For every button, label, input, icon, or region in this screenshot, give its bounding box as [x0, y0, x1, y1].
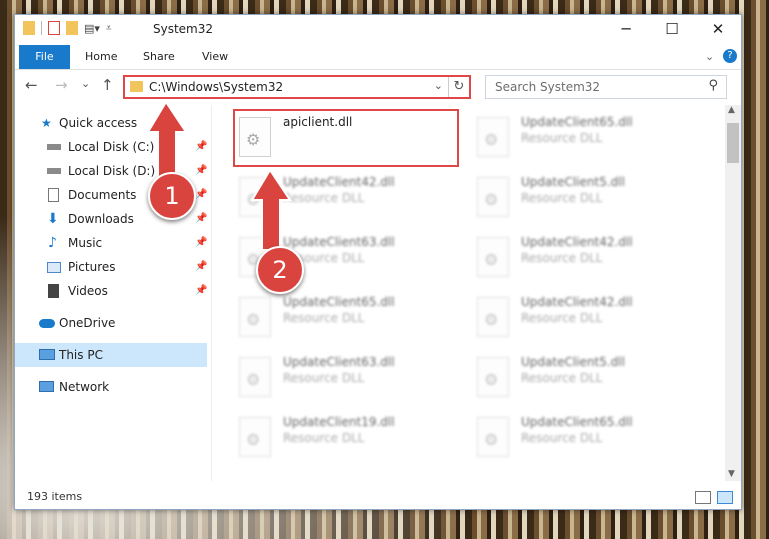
step-2-badge: 2	[256, 246, 304, 294]
annotation-arrows	[146, 100, 292, 251]
arrow-step-1	[146, 100, 188, 179]
step-1-badge: 1	[148, 172, 196, 220]
arrow-step-2	[250, 168, 292, 251]
